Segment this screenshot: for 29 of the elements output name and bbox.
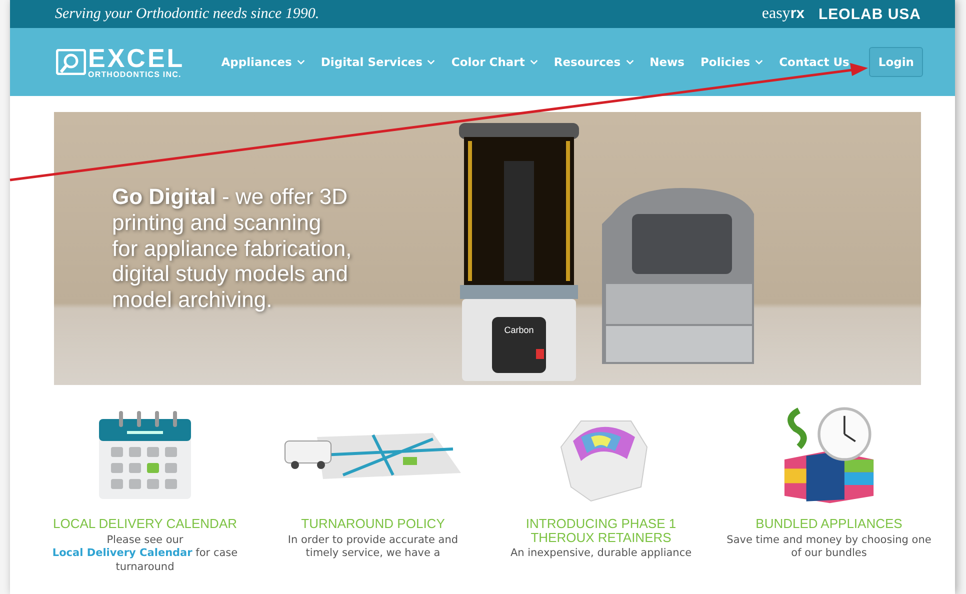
tagline: Serving your Orthodontic needs since 1990. bbox=[55, 6, 320, 22]
partner-link[interactable]: LEOLAB USA bbox=[818, 6, 921, 22]
logo[interactable]: EXCEL ORTHODONTICS INC. bbox=[56, 45, 185, 79]
hero-headline: Go Digital - we offer 3D printing and scanning for appliance fabrication, digital study models and model archiving. bbox=[112, 184, 352, 314]
nav-link[interactable]: Color Chart bbox=[451, 55, 538, 69]
feature-title: TURNAROUND POLICY bbox=[300, 517, 446, 531]
feature-title: LOCAL DELIVERY CALENDAR bbox=[52, 517, 238, 531]
caret-icon bbox=[296, 59, 305, 65]
caret-icon bbox=[626, 59, 634, 65]
nav-link[interactable]: Digital Services bbox=[320, 55, 436, 69]
feature-description: Save time and money by choosing one of our bundles bbox=[726, 534, 932, 561]
nav-link[interactable]: Resources bbox=[554, 55, 634, 69]
login-button[interactable]: Login bbox=[869, 47, 923, 77]
feature-description: Please see our Local Delivery Calendar for case turnaround bbox=[51, 534, 239, 575]
nav-link[interactable]: News bbox=[650, 55, 684, 69]
caret-icon bbox=[427, 59, 436, 65]
caret-icon bbox=[530, 59, 538, 65]
partner-link[interactable]: easyrx bbox=[762, 5, 804, 23]
feature-title: BUNDLED APPLIANCES bbox=[754, 517, 904, 531]
feature-description: In order to provide accurate and timely service, we have a bbox=[286, 534, 460, 561]
feature-description: An inexpensive, durable appliance bbox=[509, 547, 693, 561]
nav-link[interactable]: Policies bbox=[700, 55, 764, 69]
nav-link[interactable]: Appliances bbox=[221, 55, 305, 69]
delivery-calendar-link[interactable]: Local Delivery Calendar bbox=[52, 547, 192, 560]
caret-icon bbox=[755, 59, 764, 65]
nav-link[interactable]: Contact Us bbox=[779, 55, 850, 69]
magnifier-logo-icon bbox=[56, 49, 86, 75]
printer-drawing: Carbon bbox=[444, 120, 594, 382]
feature-title: INTRODUCING PHASE 1 THEROUX RETAINERS bbox=[524, 517, 678, 544]
